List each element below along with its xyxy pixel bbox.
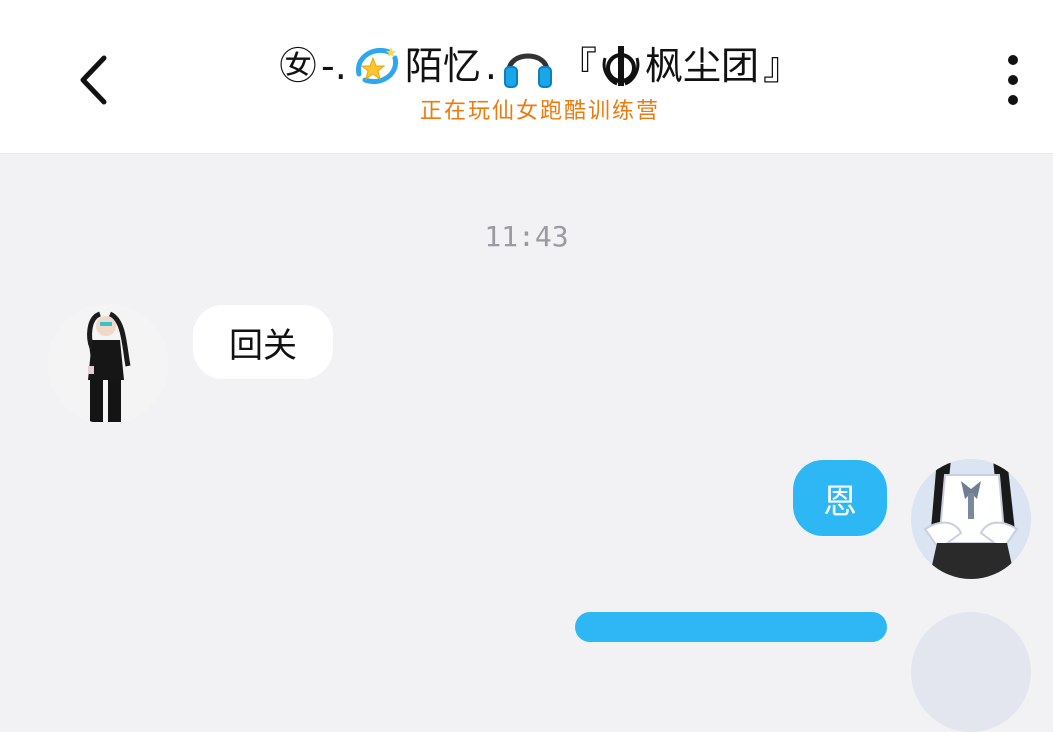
next-message-bubble[interactable] xyxy=(575,612,887,642)
incoming-message-bubble[interactable]: 回关 xyxy=(193,305,333,379)
title-bracket-open: 『 xyxy=(558,44,597,88)
chevron-left-icon xyxy=(80,55,107,105)
activity-status: 正在玩仙女跑酷训练营 xyxy=(419,99,660,124)
khanda-symbol-icon xyxy=(602,46,640,86)
sender-avatar[interactable] xyxy=(48,304,168,424)
user-avatar-icon xyxy=(911,459,1031,579)
title-dash: -. xyxy=(321,44,347,88)
star-emoji-icon xyxy=(355,47,398,84)
outgoing-message-bubble[interactable]: 恩 xyxy=(793,460,887,536)
headphones-emoji-icon xyxy=(503,53,552,88)
title-separator: . xyxy=(484,44,497,88)
message-timestamp: 11:43 xyxy=(484,220,569,253)
title-group: 枫尘团 xyxy=(644,44,759,88)
more-options-button[interactable] xyxy=(985,48,1041,112)
title-name: 陌忆 xyxy=(404,44,481,88)
title-bracket-close: 』 xyxy=(762,44,801,88)
more-vertical-icon xyxy=(1008,55,1018,105)
own-avatar[interactable] xyxy=(911,459,1031,579)
chat-title[interactable]: ㊛ -. 陌忆 . 『 枫尘团 』 正在玩仙女跑酷训练营 xyxy=(180,38,900,126)
chat-header: ㊛ -. 陌忆 . 『 枫尘团 』 正在玩仙女跑酷训练营 xyxy=(0,0,1053,154)
next-own-avatar[interactable] xyxy=(911,612,1031,732)
back-button[interactable] xyxy=(64,48,124,112)
title-badge: ㊛ xyxy=(279,44,318,88)
user-avatar-icon xyxy=(48,304,168,424)
